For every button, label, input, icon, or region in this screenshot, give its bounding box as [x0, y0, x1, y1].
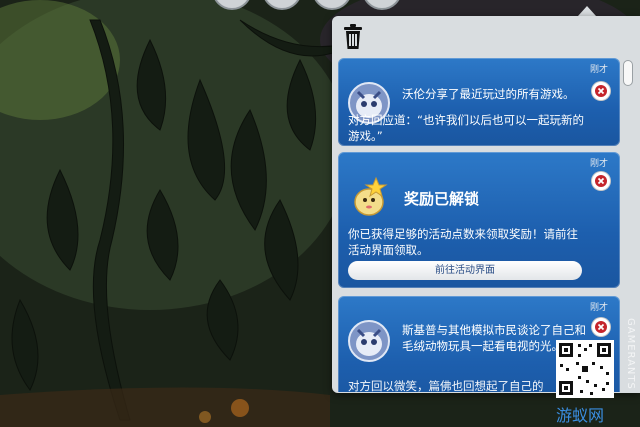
go-to-events-button[interactable]: 前往活动界面: [348, 261, 582, 280]
qr-code-image: [556, 340, 614, 398]
scrollbar-thumb[interactable]: [623, 60, 633, 86]
close-icon: [595, 85, 607, 97]
notification-text: 你已获得足够的活动点数来领取奖励！请前往活动界面领取。: [348, 227, 578, 257]
panel-pointer: [578, 6, 596, 16]
close-button[interactable]: [592, 172, 610, 190]
close-button[interactable]: [592, 82, 610, 100]
notification-panel: 刚才 沃伦分享了最近玩过的所有游戏。 对方回应道：“也许我们以后也可以一起玩新的…: [332, 16, 640, 393]
watermark-brand: GAMERANTS: [625, 318, 636, 390]
reward-mascot-icon: [354, 176, 388, 216]
notification-time: 刚才: [589, 65, 608, 75]
creature-avatar-icon: [348, 320, 390, 362]
notification-title: 奖励已解锁: [404, 190, 480, 208]
close-button[interactable]: [592, 318, 610, 336]
notification-text: 沃伦分享了最近玩过的所有游戏。: [402, 87, 575, 101]
notification-text-response: 对方回以微笑，篇佛也回想起了自己的: [348, 379, 544, 392]
watermark-site-name: 游蚁网: [556, 406, 605, 425]
notification-time: 刚才: [589, 303, 608, 313]
notification-card: 刚才 奖励已解锁 你已获得足够的活动点数来领取奖励！请前往活动界面领取。 前往活…: [338, 152, 620, 288]
notification-time: 刚才: [589, 159, 608, 169]
notification-text-response: 对方回应道：“也许我们以后也可以一起玩新的游戏。”: [348, 113, 584, 143]
notification-card: 刚才 沃伦分享了最近玩过的所有游戏。 对方回应道：“也许我们以后也可以一起玩新的…: [338, 58, 620, 146]
close-icon: [595, 175, 607, 187]
trash-icon[interactable]: [342, 24, 364, 50]
close-icon: [595, 321, 607, 333]
panel-toolbar: [332, 16, 640, 54]
